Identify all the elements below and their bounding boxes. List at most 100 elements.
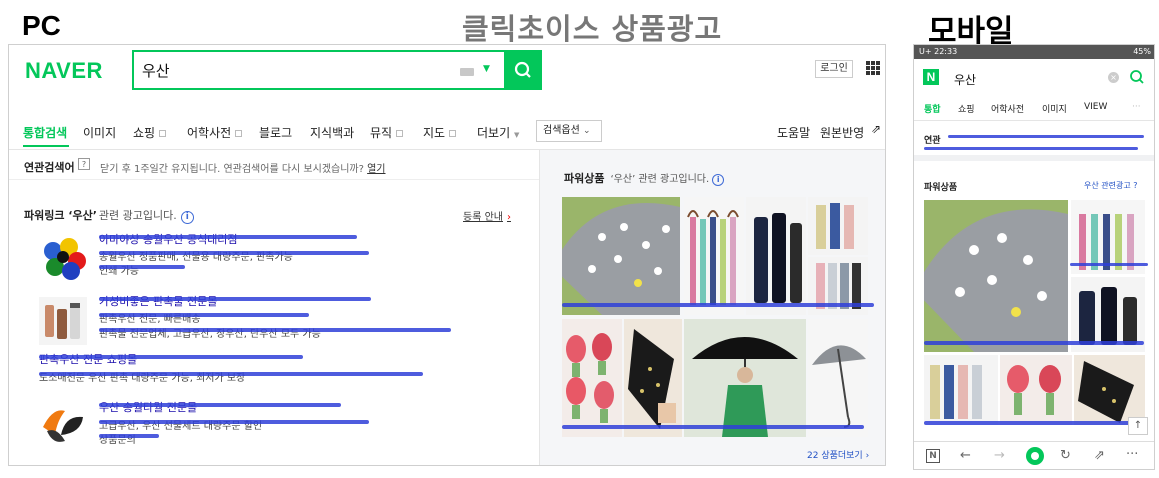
redaction-mark <box>39 355 303 359</box>
tab-music[interactable]: 뮤직 <box>370 124 404 141</box>
grid-menu-icon[interactable] <box>866 61 880 75</box>
powerlink-subtitle: 관련 광고입니다. <box>98 209 177 222</box>
clear-icon[interactable]: × <box>1108 72 1119 83</box>
browser-toolbar: N ← → ↻ ⇗ ··· <box>914 441 1154 469</box>
chevron-right-icon: › <box>506 212 511 223</box>
tab-view[interactable]: VIEW <box>1084 102 1107 112</box>
active-tab-underline <box>23 145 69 147</box>
back-icon[interactable]: ← <box>960 448 971 463</box>
help-icon[interactable]: ? <box>78 158 90 170</box>
search-input[interactable]: 우산 <box>954 71 976 88</box>
main-title: 클릭초이스 상품광고 <box>462 12 723 46</box>
ad-item[interactable]: 아마야상 송월우산 공식대리점 송월우산 정품판매, 선물용 대량주문, 판촉가… <box>9 231 539 285</box>
related-title: 연관검색어 <box>24 161 75 174</box>
tumbler-thumbnail <box>39 297 87 345</box>
product-image[interactable] <box>684 197 744 315</box>
ad-item[interactable]: 판촉우산 전문 쇼핑몰 도소매전문 우산 판촉 대량주문 가능, 최저가 보장 <box>9 349 539 389</box>
redaction-mark <box>1070 263 1148 266</box>
original-link[interactable]: 원본반영 <box>820 124 864 141</box>
keyboard-icon[interactable] <box>460 68 474 76</box>
more-icon[interactable]: ··· <box>1132 102 1141 112</box>
ad-title[interactable]: 우산 송월타월 전문몰 <box>99 399 197 415</box>
share-icon[interactable]: ⇗ <box>1094 448 1105 463</box>
mobile-screenshot: U+ 22:33 45% N 우산 × 통합 쇼핑 어학사전 이미지 VIEW … <box>913 44 1155 470</box>
tab-map[interactable]: 지도 <box>423 124 457 141</box>
product-image[interactable] <box>624 319 682 437</box>
search-tabs: 통합검색 이미지 쇼핑 어학사전 블로그 지식백과 뮤직 지도 더보기 ▼ 검색… <box>9 117 885 147</box>
powershop-title: 파워상품 <box>924 183 958 193</box>
tab-encyclopedia[interactable]: 지식백과 <box>310 124 354 141</box>
pc-screenshot: NAVER 우산 ▼ 로그인 통합검색 이미지 쇼핑 어학사전 블로그 지식백과… <box>8 44 886 466</box>
redaction-mark <box>924 421 1146 425</box>
powershop-related-link[interactable]: 우산 관련광고 ? <box>1084 180 1138 191</box>
chevron-down-icon[interactable]: ▼ <box>483 64 490 74</box>
search-icon <box>514 61 531 78</box>
product-image[interactable] <box>924 200 1068 352</box>
ad-title[interactable]: 가성비좋은 판촉물 전문몰 <box>99 293 217 309</box>
tab-dictionary[interactable]: 어학사전 <box>187 124 243 141</box>
tab-image[interactable]: 이미지 <box>83 124 116 141</box>
search-icon[interactable] <box>1129 69 1145 89</box>
register-link[interactable]: 등록 안내 <box>463 212 503 223</box>
naver-home-icon[interactable]: N <box>926 449 940 463</box>
more-icon[interactable]: ··· <box>1126 447 1138 462</box>
product-image[interactable] <box>746 197 806 315</box>
tab-integrated[interactable]: 통합 <box>924 102 941 115</box>
redaction-mark <box>99 420 369 424</box>
naver-logo[interactable]: NAVER <box>25 58 103 84</box>
naver-logo[interactable]: N <box>923 69 939 85</box>
search-button[interactable] <box>504 50 542 90</box>
ad-item[interactable]: 가성비좋은 판촉물 전문몰 판촉우산 전문, 빠른배송 판촉물 전문업체, 고급… <box>9 291 539 345</box>
redaction-mark <box>924 341 1144 345</box>
redaction-mark <box>99 235 357 239</box>
redaction-mark <box>99 403 341 407</box>
info-icon[interactable]: i <box>180 211 194 224</box>
product-image[interactable] <box>924 355 998 425</box>
ad-title[interactable]: 아마야상 송월우산 공식대리점 <box>99 231 238 247</box>
scroll-top-button[interactable]: ↑ <box>1128 417 1148 435</box>
redaction-mark <box>99 251 369 255</box>
ad-item[interactable]: 우산 송월타월 전문몰 고급우산, 우산 선물세트 대량주문 할인 상품문의 <box>9 397 539 461</box>
tab-shopping[interactable]: 쇼핑 <box>958 102 975 115</box>
search-options-dropdown[interactable]: 검색옵션 ⌄ <box>536 120 602 142</box>
redaction-mark <box>562 425 864 429</box>
green-dot-icon[interactable] <box>1026 447 1044 465</box>
info-icon[interactable]: i <box>712 174 725 186</box>
redaction-mark <box>924 147 1138 150</box>
tab-image[interactable]: 이미지 <box>1042 102 1067 115</box>
product-image[interactable] <box>562 319 622 437</box>
ad-title[interactable]: 판촉우산 전문 쇼핑몰 <box>39 351 137 367</box>
tab-integrated[interactable]: 통합검색 <box>23 124 67 141</box>
product-image[interactable] <box>808 319 868 437</box>
product-image[interactable] <box>562 197 680 315</box>
umbrella-thumbnail <box>39 401 87 449</box>
redaction-mark <box>99 297 371 301</box>
login-button[interactable]: 로그인 <box>815 60 853 78</box>
redaction-mark <box>39 372 423 376</box>
search-input[interactable]: 우산 ▼ <box>132 50 542 90</box>
related-open-link[interactable]: 열기 <box>367 164 385 175</box>
related-message: 닫기 후 1주일간 유지됩니다. 연관검색어를 다시 보시겠습니까? <box>100 164 364 175</box>
pc-label: PC <box>22 10 61 41</box>
product-image[interactable] <box>808 197 868 255</box>
tab-blog[interactable]: 블로그 <box>259 124 292 141</box>
product-image[interactable] <box>1000 355 1072 425</box>
refresh-icon[interactable]: ↻ <box>1060 448 1071 463</box>
forward-icon[interactable]: → <box>994 448 1005 463</box>
product-image[interactable] <box>1074 355 1145 425</box>
related-searches: 연관검색어 ? 닫기 후 1주일간 유지됩니다. 연관검색어를 다시 보시겠습니… <box>9 150 539 180</box>
redaction-mark <box>99 328 451 332</box>
product-image[interactable] <box>684 319 806 437</box>
related-title: 연관 <box>924 136 941 146</box>
powershop-title: 파워상품 <box>564 172 605 185</box>
tab-more[interactable]: 더보기 ▼ <box>477 124 519 141</box>
redaction-mark <box>99 313 309 317</box>
tab-dictionary[interactable]: 어학사전 <box>991 102 1024 115</box>
share-icon[interactable]: ⇗ <box>871 122 881 136</box>
more-products-link[interactable]: 22 상품더보기 › <box>807 448 869 461</box>
help-link[interactable]: 도움말 <box>777 124 810 141</box>
tab-shopping[interactable]: 쇼핑 <box>133 124 167 141</box>
redaction-mark <box>948 135 1144 138</box>
status-bar: U+ 22:33 45% <box>914 45 1154 59</box>
redaction-mark <box>99 265 185 269</box>
